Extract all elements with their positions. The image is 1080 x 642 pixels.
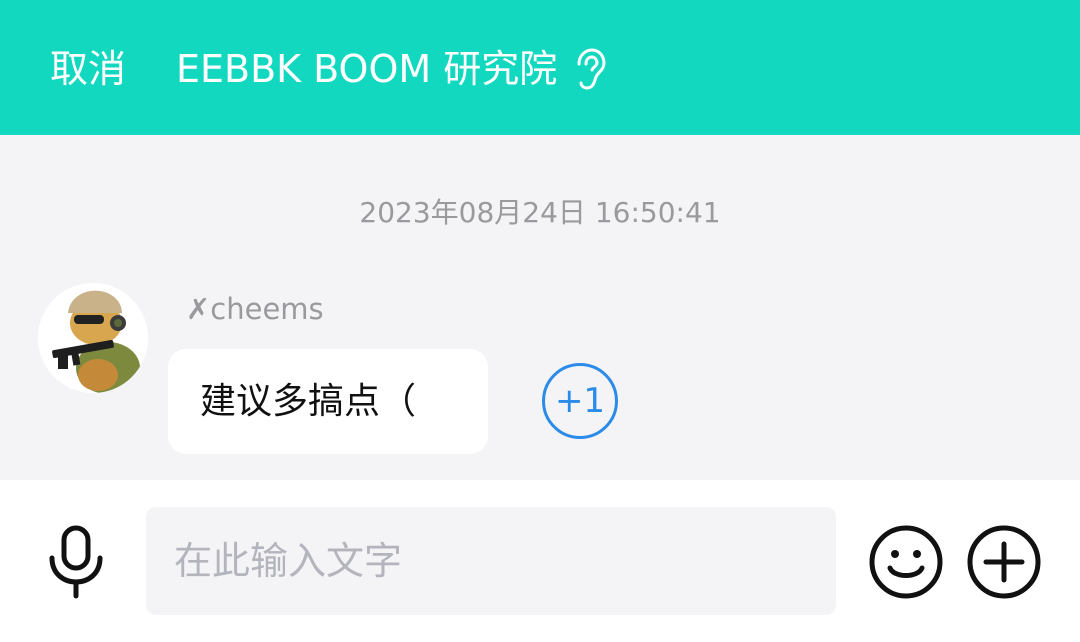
message-list: 2023年08月24日 16:50:41 ✗cheems 建议多搞点（ +1 (0, 135, 1080, 480)
message-input[interactable] (146, 507, 836, 615)
message-text: 建议多搞点（ (200, 381, 417, 422)
microphone-icon[interactable] (44, 524, 108, 600)
smiley-icon[interactable] (868, 524, 944, 600)
sender-name: ✗cheems (186, 292, 324, 326)
ear-icon[interactable] (571, 48, 607, 90)
chat-header: 取消 EEBBK BOOM 研究院 (0, 0, 1080, 135)
title-group: EEBBK BOOM 研究院 (176, 44, 607, 94)
page-title: EEBBK BOOM 研究院 (176, 47, 558, 91)
cancel-button[interactable]: 取消 (50, 44, 126, 94)
composer-bar (0, 480, 1080, 642)
message-bubble[interactable]: 建议多搞点（ (168, 349, 488, 454)
plus-circle-icon[interactable] (966, 524, 1042, 600)
plus-one-reaction-button[interactable]: +1 (542, 363, 618, 439)
avatar[interactable] (38, 283, 148, 393)
message-timestamp: 2023年08月24日 16:50:41 (359, 196, 721, 229)
